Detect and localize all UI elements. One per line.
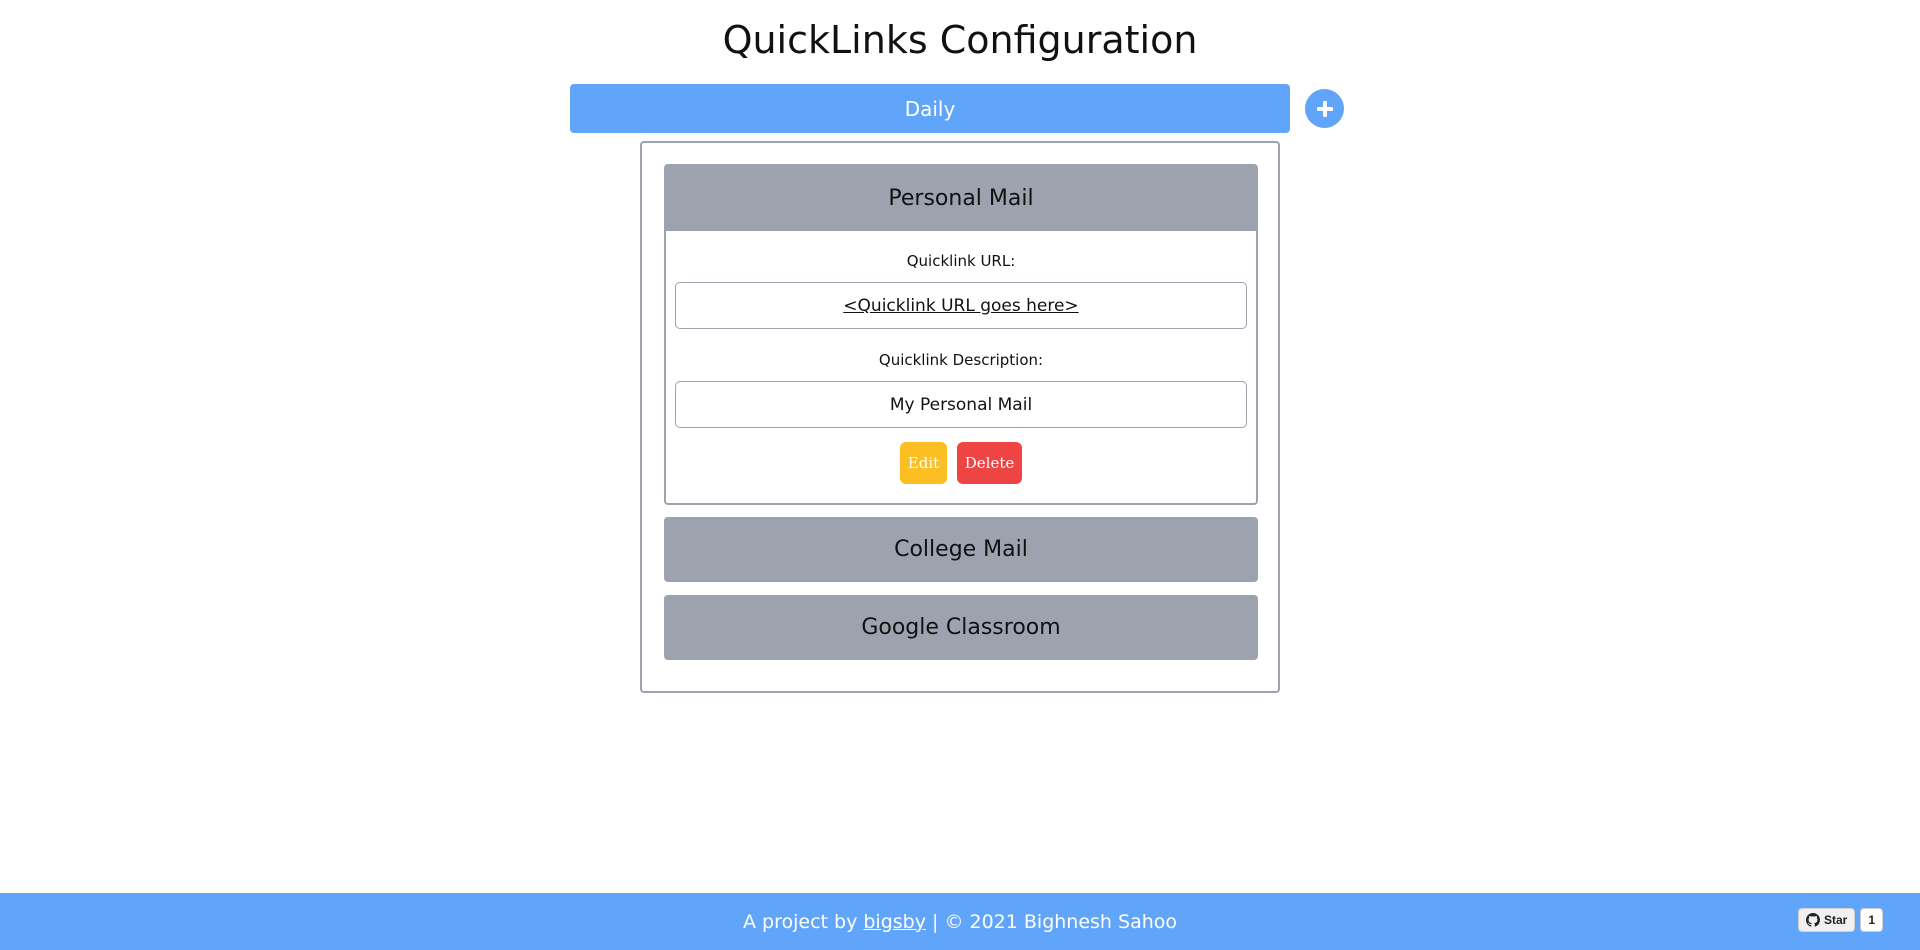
delete-button[interactable]: Delete: [957, 442, 1022, 484]
quicklink-card-google-classroom[interactable]: Google Classroom: [664, 595, 1258, 660]
quicklink-card-college-mail[interactable]: College Mail: [664, 517, 1258, 582]
author-link[interactable]: bigsby: [863, 911, 926, 933]
footer: A project by bigsby | © 2021 Bighnesh Sa…: [0, 893, 1920, 950]
github-star-count[interactable]: 1: [1860, 908, 1883, 932]
card-actions: Edit Delete: [666, 442, 1256, 484]
quicklink-title[interactable]: Personal Mail: [666, 166, 1256, 231]
description-label: Quicklink Description:: [878, 351, 1044, 369]
quicklink-card-personal-mail: Personal Mail Quicklink URL: <Quicklink …: [664, 164, 1258, 505]
github-star-label: Star: [1823, 913, 1848, 927]
quicklink-url-field[interactable]: <Quicklink URL goes here>: [675, 282, 1247, 329]
github-star-button[interactable]: Star: [1797, 908, 1856, 932]
footer-prefix: A project by: [742, 910, 864, 933]
page-title: QuickLinks Configuration: [722, 18, 1198, 62]
tab-daily[interactable]: Daily: [570, 84, 1290, 133]
plus-icon: [1316, 100, 1333, 117]
quicklinks-panel: Personal Mail Quicklink URL: <Quicklink …: [640, 141, 1280, 693]
footer-copyright: | © 2021 Bighnesh Sahoo: [925, 910, 1178, 933]
github-star-widget: Star 1: [1797, 908, 1883, 932]
url-label: Quicklink URL:: [906, 252, 1016, 270]
add-group-button[interactable]: [1305, 89, 1344, 128]
github-icon: [1805, 913, 1820, 927]
quicklink-description-field[interactable]: My Personal Mail: [675, 381, 1247, 428]
edit-button[interactable]: Edit: [900, 442, 947, 484]
